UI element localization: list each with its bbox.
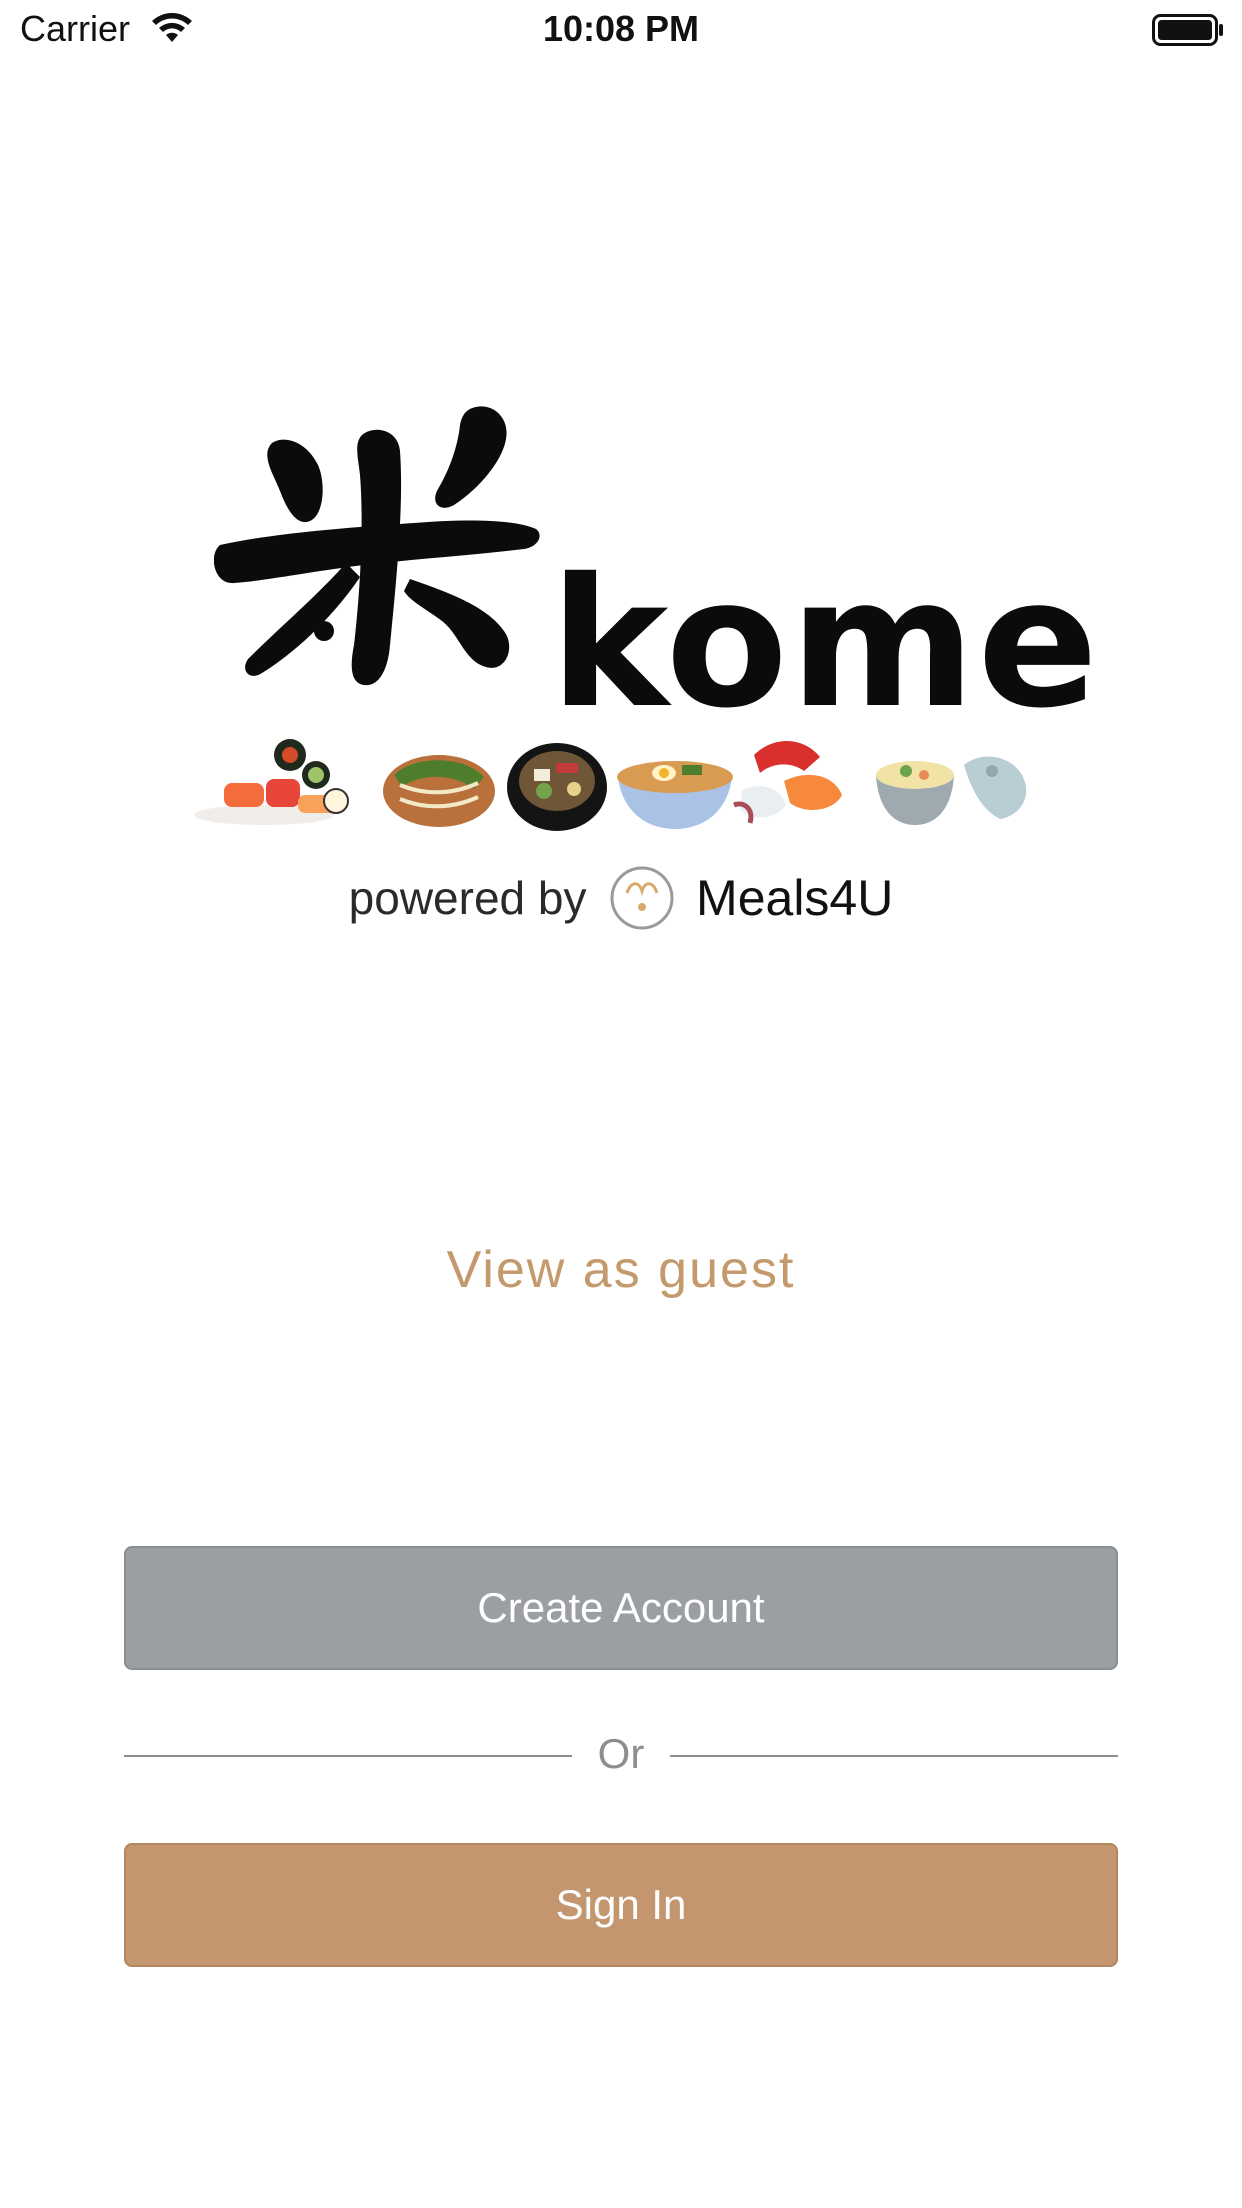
battery-icon <box>1152 14 1223 46</box>
ramen-icon <box>617 761 733 829</box>
divider-or-text: Or <box>597 1730 645 1777</box>
meals4u-logo-icon <box>610 866 674 930</box>
powered-by-text: powered by <box>348 872 587 924</box>
takoyaki-icon <box>383 755 495 827</box>
create-account-label: Create Account <box>477 1584 765 1631</box>
sashimi-icon <box>733 740 842 824</box>
sign-in-label: Sign In <box>555 1881 687 1928</box>
meals4u-brand-text: Meals4U <box>696 870 894 926</box>
sushi-icon <box>194 739 349 825</box>
view-as-guest-link[interactable]: View as guest <box>0 1240 1242 1300</box>
hotpot-icon <box>507 743 607 831</box>
powered-by: powered by Meals4U <box>180 865 1062 931</box>
divider-line-right <box>670 1755 1118 1757</box>
chawanmushi-icon <box>876 756 1027 825</box>
food-illustrations <box>194 739 1027 831</box>
kome-wordmark: kome <box>550 540 1101 747</box>
kome-kanji-calligraphy <box>214 406 540 686</box>
or-divider: Or <box>124 1720 1118 1790</box>
status-time: 10:08 PM <box>542 8 700 49</box>
status-bar: Carrier 10:08 PM <box>0 0 1242 62</box>
sign-in-button[interactable]: Sign In <box>124 1843 1118 1967</box>
create-account-button[interactable]: Create Account <box>124 1546 1118 1670</box>
kome-logo: kome powered by Meals4U <box>180 395 1098 955</box>
